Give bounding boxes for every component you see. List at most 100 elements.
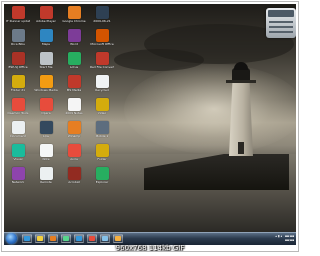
desktop-icon[interactable]: Lpw xyxy=(34,121,58,145)
desktop-icon[interactable]: Opera xyxy=(34,98,58,122)
app-icon xyxy=(67,75,81,88)
cloud xyxy=(114,49,204,71)
system-tray: ▴ ▮ ◂ xyxy=(275,234,282,238)
desktop-icon-label: Remote xyxy=(40,181,52,184)
desktop-icon[interactable]: Mobile 1 xyxy=(90,121,114,145)
taskbar-button-ie[interactable] xyxy=(22,234,32,243)
app-icon xyxy=(11,52,25,65)
desktop-icon-label: Recycled xyxy=(95,89,109,92)
taskbar-button-browser[interactable] xyxy=(74,234,84,243)
app-icon xyxy=(39,167,53,180)
app-icon xyxy=(39,6,53,19)
app-icon xyxy=(67,167,81,180)
desktop-icon-label: Rica Bibs xyxy=(11,43,25,46)
start-button[interactable] xyxy=(6,233,17,244)
taskbar-app-icon xyxy=(89,236,95,241)
taskbar-app-icon xyxy=(76,236,82,241)
desktop-icon-label: MS Media xyxy=(66,89,82,92)
desktop-icon[interactable]: Video xyxy=(90,98,114,122)
gadget-titlebar xyxy=(268,10,294,17)
desktop-icon[interactable]: Red File Converter xyxy=(90,52,114,76)
desktop-icon[interactable]: 2009 Notes xyxy=(62,98,86,122)
desktop-icon[interactable]: Microsoft Office xyxy=(90,29,114,53)
desktop-icon-label: Acrobat xyxy=(68,181,80,184)
app-icon xyxy=(95,121,109,134)
app-icon xyxy=(11,144,25,157)
desktop-icon[interactable]: Network xyxy=(6,167,30,191)
desktop-icon-label: Folder 21 xyxy=(10,89,26,92)
desktop-icon-label: Document xyxy=(10,135,26,138)
desktop-icon[interactable]: Visual xyxy=(6,144,30,168)
app-icon xyxy=(95,6,109,19)
desktop-icon[interactable]: 2009-06-21 xyxy=(90,6,114,30)
desktop-icon[interactable]: Daemon Tools xyxy=(6,98,30,122)
desktop-icon[interactable]: IT Runner update xyxy=(6,6,30,30)
app-icon xyxy=(39,98,53,111)
desktop-icon-label: Red File Converter xyxy=(90,66,114,69)
desktop-icon[interactable]: Recycled xyxy=(90,75,114,99)
app-icon xyxy=(67,29,81,42)
image-caption: 960x768 114kb GIF xyxy=(115,244,185,252)
app-icon xyxy=(95,52,109,65)
taskbar-button-app3[interactable] xyxy=(100,234,110,243)
app-icon xyxy=(95,98,109,111)
taskbar-button-app2[interactable] xyxy=(87,234,97,243)
desktop-icon[interactable]: Folder xyxy=(90,144,114,168)
clock[interactable]: ▪▪:▪▪ ▪▪/▪▪ xyxy=(285,234,294,242)
desktop-icon[interactable]: Lotus xyxy=(62,52,86,76)
desktop-icon-label: Visual xyxy=(13,158,23,161)
taskbar-app-icon xyxy=(37,236,43,241)
desktop-icon[interactable]: Adobe Player xyxy=(34,6,58,30)
desktop-icon-label: Network xyxy=(11,181,25,184)
desktop-icon[interactable]: Folder 21 xyxy=(6,75,30,99)
gadget-meter xyxy=(269,31,293,33)
app-icon xyxy=(11,98,25,111)
desktop-icon[interactable]: Explorer xyxy=(90,167,114,191)
app-icon xyxy=(39,75,53,88)
desktop-icon[interactable]: Start file xyxy=(34,52,58,76)
screenshot-frame: IT Runner update Rica Bibs ESP-SJ Office Fo… xyxy=(1,1,299,252)
app-icon xyxy=(67,52,81,65)
taskbar-button-media[interactable] xyxy=(48,234,58,243)
app-icon xyxy=(67,144,81,157)
taskbar-app-icon xyxy=(24,236,30,241)
gadget-widget[interactable] xyxy=(266,8,296,38)
desktop-icon-label: 2009 Notes xyxy=(65,112,83,115)
desktop-icon-label: IT Runner update xyxy=(6,20,30,23)
app-icon xyxy=(67,6,81,19)
taskbar-app-icon xyxy=(50,236,56,241)
taskbar-app-icon xyxy=(63,236,69,241)
app-icon xyxy=(11,75,25,88)
desktop-icon[interactable]: Word xyxy=(62,29,86,53)
desktop-icon[interactable]: ESP-SJ Office xyxy=(6,52,30,76)
desktop-icon[interactable]: Document xyxy=(6,121,30,145)
desktop-icon[interactable]: Winamp xyxy=(62,121,86,145)
lighthouse-door xyxy=(238,142,244,154)
desktop: IT Runner update Rica Bibs ESP-SJ Office Fo… xyxy=(4,4,296,232)
desktop-icon-label: Lotus xyxy=(69,66,79,69)
desktop-icon[interactable]: Rica Bibs xyxy=(6,29,30,53)
app-icon xyxy=(95,167,109,180)
desktop-icon[interactable]: Maps xyxy=(34,29,58,53)
desktop-icon[interactable]: Note xyxy=(34,144,58,168)
taskbar-app-icon xyxy=(115,236,121,241)
taskbar-button-folder[interactable] xyxy=(35,234,45,243)
desktop-icon[interactable]: Windows Media xyxy=(34,75,58,99)
desktop-icon-label: Winamp xyxy=(67,135,81,138)
desktop-icon[interactable]: Remote xyxy=(34,167,58,191)
desktop-icon-label: 2009-06-21 xyxy=(93,20,111,23)
desktop-icon-label: Word xyxy=(70,43,78,46)
taskbar-button-app[interactable] xyxy=(61,234,71,243)
desktop-icon[interactable]: Google Chrome xyxy=(62,6,86,30)
taskbar-button-app4[interactable] xyxy=(113,234,123,243)
desktop-icon-label: Windows Media xyxy=(34,89,58,92)
desktop-icon-label: Start file xyxy=(39,66,53,69)
desktop-icon[interactable]: Avira xyxy=(62,144,86,168)
desktop-icon[interactable]: MS Media xyxy=(62,75,86,99)
app-icon xyxy=(67,98,81,111)
gadget-meter xyxy=(269,21,293,23)
desktop-icon-label: Video xyxy=(97,112,107,115)
app-icon xyxy=(95,75,109,88)
desktop-icon[interactable]: Acrobat xyxy=(62,167,86,191)
app-icon xyxy=(11,6,25,19)
